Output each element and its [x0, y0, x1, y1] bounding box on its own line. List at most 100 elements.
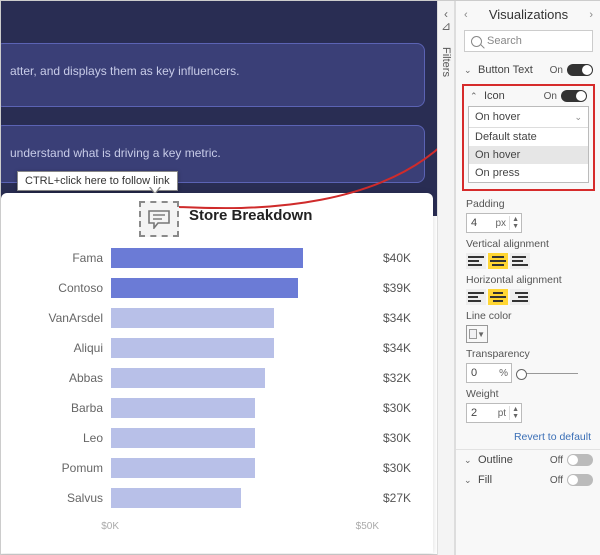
bar-track	[111, 458, 377, 478]
value-label: $34K	[377, 341, 411, 355]
color-picker[interactable]: ▼	[466, 325, 488, 343]
category-label: Abbas	[31, 371, 111, 385]
number-unit: %	[499, 368, 511, 379]
category-label: Barba	[31, 401, 111, 415]
number-value: 4	[467, 217, 496, 229]
bar	[111, 308, 274, 328]
dropdown-option[interactable]: On press	[469, 164, 588, 182]
align-bottom-button[interactable]	[510, 253, 530, 269]
table-row: Pomum$30K	[31, 453, 411, 483]
category-label: VanArsdel	[31, 311, 111, 325]
value-label: $32K	[377, 371, 411, 385]
section-label: Fill	[478, 474, 492, 486]
category-label: Salvus	[31, 491, 111, 505]
chevron-right-icon[interactable]: ›	[589, 9, 593, 21]
transparency-field: Transparency 0 %	[456, 345, 600, 385]
fragment-text: understand what is driving a key metric.	[10, 146, 221, 160]
chevron-left-icon[interactable]: ‹	[464, 9, 468, 21]
fragment-text: atter, and displays them as key influenc…	[10, 64, 239, 78]
category-label: Contoso	[31, 281, 111, 295]
field-label: Line color	[466, 310, 591, 322]
chevron-down-icon: ▼	[477, 330, 485, 339]
table-row: VanArsdel$34K	[31, 303, 411, 333]
section-label: Button Text	[478, 64, 533, 76]
table-row: Fama $40K	[31, 243, 411, 273]
toggle-state-label: On	[550, 65, 563, 76]
weight-field: Weight 2 pt ▲▼	[456, 385, 600, 425]
vertical-alignment-field: Vertical alignment	[456, 235, 600, 271]
section-outline[interactable]: ⌄ Outline Off	[456, 449, 600, 470]
dropdown-list: Default stateOn hoverOn press	[469, 127, 588, 182]
value-label: $27K	[377, 491, 411, 505]
align-left-button[interactable]	[466, 289, 486, 305]
button-icon-selected[interactable]	[139, 201, 179, 237]
chevron-down-icon: ⌄	[464, 65, 474, 76]
section-label: Outline	[478, 454, 513, 466]
toggle-switch[interactable]	[567, 64, 593, 76]
transparency-slider[interactable]	[518, 373, 578, 374]
section-icon[interactable]: ⌃Icon On	[468, 90, 589, 106]
visual-card-fragment[interactable]: atter, and displays them as key influenc…	[1, 43, 425, 107]
dropdown-option[interactable]: Default state	[469, 128, 588, 146]
table-row: Leo $30K	[31, 423, 411, 453]
table-row: Aliqui$34K	[31, 333, 411, 363]
table-row: Salvus $27K	[31, 483, 411, 513]
bar-track	[111, 308, 377, 328]
bar-chart[interactable]: Fama$40KContoso$39KVanArsdel$34KAliqui$3…	[31, 243, 411, 532]
bar	[111, 398, 255, 418]
report-canvas: atter, and displays them as key influenc…	[1, 1, 437, 555]
align-center-button[interactable]	[488, 289, 508, 305]
filters-label: Filters	[440, 47, 452, 77]
bar-track	[111, 248, 377, 268]
transparency-input[interactable]: 0 %	[466, 363, 512, 383]
align-middle-button[interactable]	[488, 253, 508, 269]
field-label: Vertical alignment	[466, 238, 591, 250]
search-input[interactable]: Search	[464, 30, 593, 52]
category-label: Leo	[31, 431, 111, 445]
dropdown-selected-label: On hover	[475, 111, 520, 123]
x-axis: $0K$50K	[31, 521, 411, 532]
value-label: $40K	[377, 251, 411, 265]
bar	[111, 278, 298, 298]
value-label: $30K	[377, 401, 411, 415]
search-placeholder: Search	[487, 35, 522, 47]
visualizations-pane: ‹ Visualizations › Search ⌄ Button Text O…	[455, 1, 600, 555]
dropdown-selected[interactable]: On hover ⌄	[469, 107, 588, 127]
chevron-down-icon: ⌄	[464, 475, 474, 486]
bar	[111, 458, 255, 478]
spinner-icon[interactable]: ▲▼	[509, 406, 521, 420]
toggle-switch[interactable]	[561, 90, 587, 102]
number-unit: px	[496, 218, 510, 229]
section-button-text[interactable]: ⌄ Button Text On	[456, 60, 600, 80]
toggle-switch[interactable]	[567, 474, 593, 486]
table-row: Abbas $32K	[31, 363, 411, 393]
toggle-switch[interactable]	[567, 454, 593, 466]
padding-input[interactable]: 4 px ▲▼	[466, 213, 522, 233]
bar-track	[111, 338, 377, 358]
toggle-state-label: Off	[550, 455, 563, 466]
weight-input[interactable]: 2 pt ▲▼	[466, 403, 522, 423]
chevron-down-icon: ⌄	[464, 455, 474, 466]
value-label: $30K	[377, 431, 411, 445]
section-label: Icon	[484, 90, 505, 102]
bar	[111, 428, 255, 448]
funnel-icon: ⊿	[441, 19, 451, 33]
spinner-icon[interactable]: ▲▼	[509, 216, 521, 230]
field-label: Weight	[466, 388, 591, 400]
revert-to-default-link[interactable]: Revert to default	[456, 425, 600, 449]
pane-title: Visualizations	[489, 7, 568, 22]
chevron-down-icon: ⌄	[574, 112, 582, 123]
line-color-field: Line color ▼	[456, 307, 600, 345]
bar	[111, 338, 274, 358]
section-fill[interactable]: ⌄Fill Off	[456, 470, 600, 490]
category-label: Fama	[31, 251, 111, 265]
align-right-button[interactable]	[510, 289, 530, 305]
speech-bubble-icon	[147, 209, 171, 229]
field-label: Horizontal alignment	[466, 274, 591, 286]
icon-state-dropdown[interactable]: On hover ⌄ Default stateOn hoverOn press	[468, 106, 589, 183]
filters-pane-collapsed[interactable]: ‹ ⊿ Filters	[437, 1, 455, 555]
align-top-button[interactable]	[466, 253, 486, 269]
bar	[111, 488, 241, 508]
dropdown-option[interactable]: On hover	[469, 146, 588, 164]
chart-title: Store Breakdown	[189, 207, 312, 224]
